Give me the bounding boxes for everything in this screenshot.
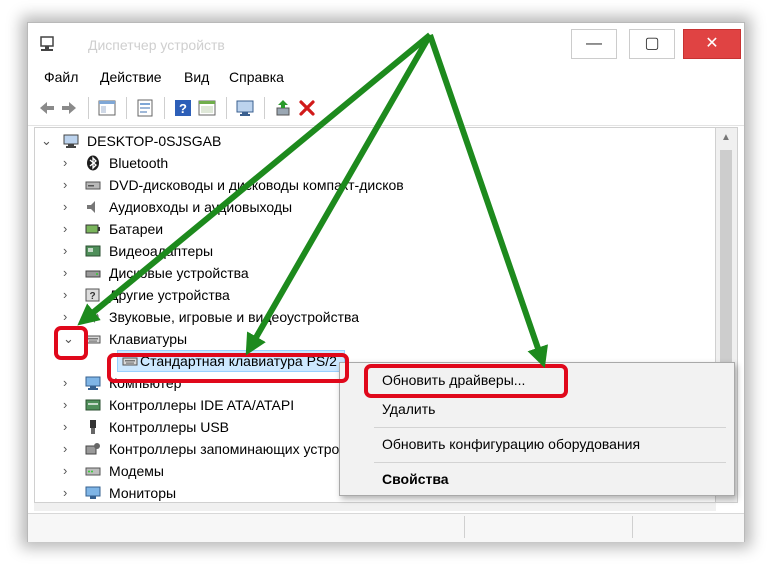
dvd-drive-icon <box>85 181 101 190</box>
svg-text:?: ? <box>179 101 187 116</box>
menu-action[interactable]: Действие <box>100 69 162 85</box>
ide-controller-icon <box>85 399 101 411</box>
tree-item-label: Мониторы <box>109 485 177 501</box>
menu-view[interactable]: Вид <box>184 69 209 85</box>
monitor-icon[interactable] <box>236 99 254 117</box>
device-manager-app-icon <box>40 36 54 51</box>
toolbar-separator <box>88 97 89 119</box>
tree-item-label: Bluetooth <box>109 155 169 171</box>
tree-item-label: Клавиатуры <box>109 331 188 347</box>
speaker-icon <box>87 201 95 213</box>
expand-chevron-icon[interactable]: ⌄ <box>41 130 52 152</box>
collapse-chevron-icon[interactable]: › <box>63 240 67 262</box>
tree-item-label: Дисковые устройства <box>109 265 249 281</box>
collapse-chevron-icon[interactable]: › <box>63 438 67 460</box>
menu-separator <box>374 427 726 428</box>
tree-item-label: Модемы <box>109 463 164 479</box>
horizontal-scrollbar[interactable] <box>34 503 716 511</box>
tree-item-label: Контроллеры USB <box>109 419 229 435</box>
ctx-uninstall[interactable]: Удалить <box>382 401 435 417</box>
toolbar: ? <box>28 91 744 126</box>
tree-item-label: Контроллеры запоминающих устройств <box>109 441 368 457</box>
minimize-button[interactable]: — <box>571 29 617 59</box>
battery-icon <box>85 224 100 234</box>
bluetooth-icon <box>87 155 99 171</box>
svg-text:?: ? <box>89 291 95 302</box>
collapse-chevron-icon[interactable]: › <box>63 196 67 218</box>
tree-item-label: DVD-дисководы и дисководы компакт-дисков <box>109 177 404 193</box>
monitor-icon <box>85 486 101 499</box>
sound-device-icon <box>87 311 99 323</box>
menu-bar: Файл Действие Вид Справка <box>28 65 744 89</box>
collapse-chevron-icon[interactable]: › <box>63 372 67 394</box>
disk-drive-icon <box>85 270 101 278</box>
title-bar[interactable]: Диспетчер устройств — ▢ ✕ <box>28 23 744 63</box>
collapse-chevron-icon[interactable]: › <box>63 394 67 416</box>
collapse-chevron-icon[interactable]: › <box>63 416 67 438</box>
menu-help[interactable]: Справка <box>229 69 284 85</box>
scroll-up-icon[interactable]: ▲ <box>721 132 731 143</box>
video-adapter-icon <box>85 245 101 257</box>
collapse-chevron-icon[interactable]: › <box>63 218 67 240</box>
collapse-chevron-icon[interactable]: › <box>63 460 67 482</box>
collapse-chevron-icon[interactable]: › <box>63 262 67 284</box>
collapse-chevron-icon[interactable]: › <box>63 306 67 328</box>
computer-icon <box>63 134 79 148</box>
collapse-chevron-icon[interactable]: › <box>63 152 67 174</box>
uninstall-icon[interactable] <box>298 99 316 117</box>
usb-icon <box>90 420 96 434</box>
tree-item-label: Контроллеры IDE ATA/ATAPI <box>109 397 295 413</box>
back-arrow-icon[interactable] <box>38 99 56 117</box>
device-highlight-box <box>107 353 349 383</box>
storage-controller-icon <box>85 443 100 455</box>
computer-name: DESKTOP-0SJSGAB <box>87 133 222 149</box>
toolbar-separator <box>164 97 165 119</box>
properties-icon[interactable] <box>136 99 154 117</box>
update-driver-highlight-box <box>364 364 568 398</box>
forward-arrow-icon[interactable] <box>60 99 78 117</box>
collapse-chevron-icon[interactable]: › <box>63 284 67 306</box>
tree-item-label: Другие устройства <box>109 287 230 303</box>
collapse-chevron-icon[interactable]: › <box>63 174 67 196</box>
console-tree-icon[interactable] <box>98 99 116 117</box>
status-cell <box>464 516 633 538</box>
menu-separator <box>374 462 726 463</box>
unknown-device-icon: ? <box>85 288 100 302</box>
update-driver-icon[interactable] <box>274 99 292 117</box>
status-cell <box>28 516 465 538</box>
ctx-scan-hardware[interactable]: Обновить конфигурацию оборудования <box>382 436 640 452</box>
tree-item-label: Аудиовходы и аудиовыходы <box>109 199 293 215</box>
expand-highlight-box <box>54 326 88 360</box>
toolbar-separator <box>264 97 265 119</box>
modem-icon <box>85 467 101 476</box>
toolbar-separator <box>126 97 127 119</box>
collapse-chevron-icon[interactable]: › <box>63 482 67 502</box>
ctx-properties[interactable]: Свойства <box>382 471 449 487</box>
window-title: Диспетчер устройств <box>88 37 225 53</box>
tree-item-label: Звуковые, игровые и видеоустройства <box>109 309 360 325</box>
maximize-button[interactable]: ▢ <box>629 29 675 59</box>
tree-item-label: Батареи <box>109 221 164 237</box>
close-button[interactable]: ✕ <box>683 29 741 59</box>
help-icon[interactable]: ? <box>174 99 192 117</box>
toolbar-separator <box>226 97 227 119</box>
tree-item-label: Видеоадаптеры <box>109 243 214 259</box>
status-bar <box>28 513 744 542</box>
menu-file[interactable]: Файл <box>44 69 78 85</box>
computer-icon <box>85 376 101 390</box>
view-icon[interactable] <box>198 99 216 117</box>
